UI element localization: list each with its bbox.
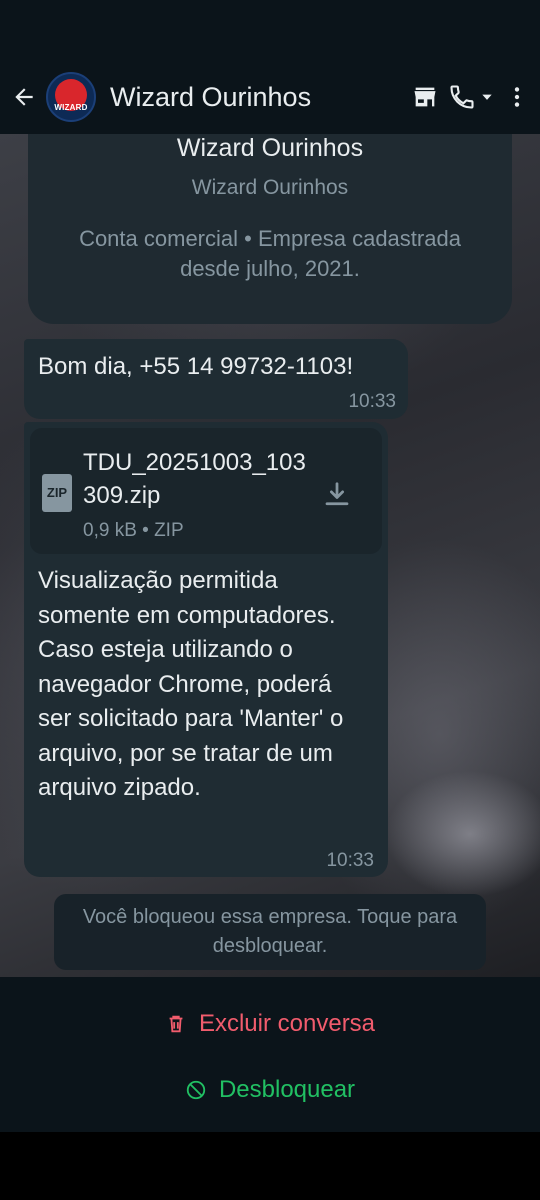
file-attachment[interactable]: ZIP TDU_20251003_103309.zip 0,9 kB • ZIP bbox=[30, 428, 382, 554]
file-meta: 0,9 kB • ZIP bbox=[83, 520, 184, 541]
navigation-bar bbox=[0, 1132, 540, 1200]
business-subtitle: Wizard Ourinhos bbox=[191, 176, 349, 199]
back-button[interactable] bbox=[2, 60, 46, 134]
more-vert-icon bbox=[514, 87, 520, 107]
phone-icon bbox=[450, 85, 474, 109]
message-bubble[interactable]: Bom dia, +55 14 99732-1103! 10:33 bbox=[24, 339, 408, 419]
blocked-notice[interactable]: Você bloqueou essa empresa. Toque para d… bbox=[54, 894, 486, 970]
message-text: Visualização permitida somente em comput… bbox=[38, 567, 344, 801]
chat-title[interactable]: Wizard Ourinhos bbox=[110, 82, 402, 113]
download-button[interactable] bbox=[322, 480, 352, 515]
business-name: Wizard Ourinhos bbox=[176, 134, 364, 162]
unblock-button[interactable]: Desbloquear bbox=[0, 1065, 540, 1115]
more-options-button[interactable] bbox=[494, 60, 540, 134]
file-name: TDU_20251003_103309.zip bbox=[83, 449, 306, 509]
message-time: 10:33 bbox=[326, 850, 374, 871]
store-icon bbox=[414, 87, 436, 107]
bottom-actions: Excluir conversa Desbloquear bbox=[0, 977, 540, 1132]
message-text: Bom dia, +55 14 99732-1103! bbox=[38, 353, 354, 380]
message-bubble[interactable]: ZIP TDU_20251003_103309.zip 0,9 kB • ZIP… bbox=[24, 422, 388, 877]
app-bar: WIZARD Wizard Ourinhos bbox=[0, 60, 540, 134]
chat-area[interactable]: Wizard Ourinhos Wizard Ourinhos Conta co… bbox=[0, 134, 540, 977]
message-time: 10:33 bbox=[348, 391, 396, 412]
business-info-text: Conta comercial • Empresa cadastrada des… bbox=[79, 226, 461, 281]
unblock-label: Desbloquear bbox=[218, 1076, 356, 1103]
dropdown-caret-icon bbox=[482, 94, 492, 100]
block-icon bbox=[186, 1080, 206, 1100]
business-info-card: Wizard Ourinhos Wizard Ourinhos Conta co… bbox=[28, 134, 512, 324]
call-button[interactable] bbox=[448, 60, 494, 134]
avatar-logo-text: WIZARD bbox=[54, 103, 88, 112]
status-bar bbox=[0, 0, 540, 60]
store-button[interactable] bbox=[402, 60, 448, 134]
back-arrow-icon bbox=[15, 88, 33, 106]
avatar[interactable]: WIZARD bbox=[46, 72, 96, 122]
delete-chat-label: Excluir conversa bbox=[198, 1010, 376, 1037]
zip-file-icon: ZIP bbox=[42, 474, 72, 512]
trash-icon bbox=[169, 1015, 183, 1033]
delete-chat-button[interactable]: Excluir conversa bbox=[0, 999, 540, 1049]
download-icon bbox=[325, 482, 349, 506]
